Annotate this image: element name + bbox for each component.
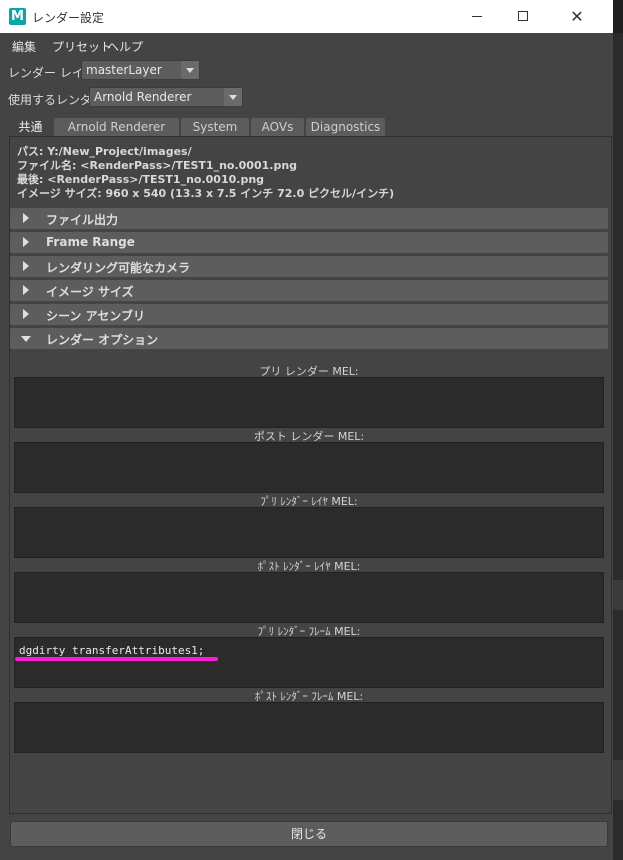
collapse-arrow-icon <box>21 336 31 342</box>
tab-arnold-renderer[interactable]: Arnold Renderer <box>54 118 179 136</box>
menu-edit[interactable]: 編集 <box>12 38 36 55</box>
pre-render-mel-field[interactable] <box>14 377 604 428</box>
frame-scene-assembly[interactable]: シーン アセンブリ <box>10 304 608 325</box>
highlight-underline <box>15 657 218 661</box>
post-render-layer-mel-field[interactable] <box>14 572 604 623</box>
render-layer-value: masterLayer <box>86 63 162 77</box>
chevron-down-icon <box>181 61 199 79</box>
frame-label: Frame Range <box>46 235 135 249</box>
pre-render-frame-mel-field[interactable]: dgdirty transferAttributes1; <box>14 637 604 688</box>
window-title: レンダー設定 <box>32 11 105 25</box>
expand-arrow-icon <box>23 285 29 295</box>
frame-image-size[interactable]: イメージ サイズ <box>10 280 608 301</box>
tab-aovs[interactable]: AOVs <box>251 118 304 136</box>
maximize-icon <box>518 11 528 21</box>
frame-label: レンダー オプション <box>46 333 159 347</box>
title-bar[interactable]: M レンダー設定 ✕ <box>0 0 613 33</box>
frame-label: レンダリング可能なカメラ <box>46 261 191 275</box>
tab-bar: 共通 Arnold Renderer System AOVs Diagnosti… <box>9 118 605 137</box>
expand-arrow-icon <box>23 261 29 271</box>
minimize-button[interactable] <box>454 0 500 33</box>
render-settings-window: M レンダー設定 ✕ 編集 プリセット ヘルプ レンダー レイヤ masterL… <box>0 0 613 860</box>
menu-help[interactable]: ヘルプ <box>107 38 143 55</box>
expand-arrow-icon <box>23 237 29 247</box>
render-layer-dropdown[interactable]: masterLayer <box>81 60 200 80</box>
frame-renderable-cameras[interactable]: レンダリング可能なカメラ <box>10 256 608 277</box>
pre-render-layer-mel-field[interactable] <box>14 507 604 558</box>
chevron-down-icon <box>224 88 242 106</box>
frame-render-options[interactable]: レンダー オプション <box>10 328 608 349</box>
frame-frame-range[interactable]: Frame Range <box>10 232 608 253</box>
menu-bar: 編集 プリセット ヘルプ <box>0 34 613 56</box>
tab-common[interactable]: 共通 <box>9 118 52 137</box>
close-window-button[interactable]: ✕ <box>554 0 600 33</box>
frame-label: ファイル出力 <box>46 213 119 227</box>
maximize-button[interactable] <box>500 0 546 33</box>
renderer-value: Arnold Renderer <box>94 90 192 104</box>
expand-arrow-icon <box>23 309 29 319</box>
tab-diagnostics[interactable]: Diagnostics <box>306 118 385 136</box>
frame-label: シーン アセンブリ <box>46 309 145 323</box>
minimize-icon <box>472 15 482 17</box>
expand-arrow-icon <box>23 213 29 223</box>
renderer-dropdown[interactable]: Arnold Renderer <box>89 87 243 107</box>
frame-file-output[interactable]: ファイル出力 <box>10 208 608 229</box>
maya-app-icon: M <box>9 8 26 25</box>
menu-presets[interactable]: プリセット <box>52 38 112 55</box>
tab-system[interactable]: System <box>181 118 249 136</box>
close-icon: ✕ <box>570 7 584 26</box>
frame-label: イメージ サイズ <box>46 285 134 299</box>
background-window-edge <box>613 0 623 860</box>
close-button[interactable]: 閉じる <box>10 821 608 847</box>
post-render-frame-mel-field[interactable] <box>14 702 604 753</box>
post-render-mel-field[interactable] <box>14 442 604 493</box>
info-image-size: イメージ サイズ: 960 x 540 (13.3 x 7.5 インチ 72.0… <box>17 187 395 200</box>
